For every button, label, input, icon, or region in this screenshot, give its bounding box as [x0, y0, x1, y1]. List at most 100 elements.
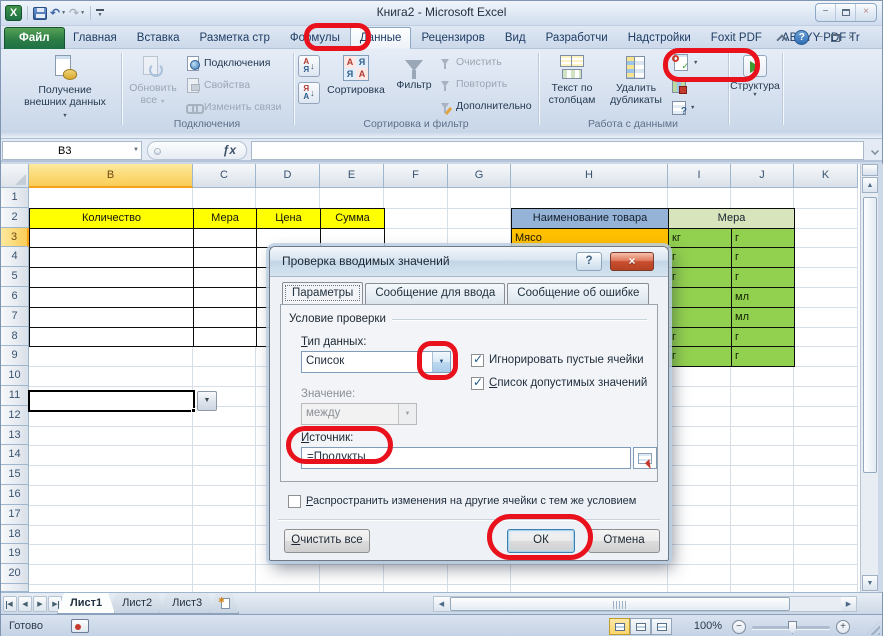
horizontal-scrollbar[interactable]: ◀ ▶ — [433, 596, 857, 612]
left-table-header-3[interactable]: Сумма — [320, 208, 385, 229]
table-cell-empty[interactable] — [29, 228, 194, 248]
collapse-ribbon-icon[interactable] — [777, 33, 786, 42]
measure-cell-1[interactable]: г — [668, 247, 732, 268]
left-table-header-0[interactable]: Количество — [29, 208, 194, 229]
left-table-header-2[interactable]: Цена — [256, 208, 321, 229]
close-window-button[interactable]: × — [856, 4, 876, 21]
page-layout-view-button[interactable] — [630, 618, 651, 635]
measure-cell-1[interactable] — [668, 287, 732, 308]
get-external-data-button[interactable]: Получение внешних данных ▼ — [21, 51, 109, 123]
filter-button[interactable]: Фильтр — [392, 51, 436, 92]
ribbon-tab-3[interactable]: Формулы — [280, 27, 350, 49]
normal-view-button[interactable] — [609, 618, 630, 635]
chevron-down-icon[interactable]: ▼ — [693, 60, 698, 66]
connections-button[interactable]: Подключения — [186, 56, 270, 70]
next-sheet-button[interactable]: ▶ — [33, 596, 47, 612]
product-name-cell[interactable]: Мясо — [511, 228, 669, 248]
resize-grip[interactable] — [866, 621, 880, 635]
column-header-G[interactable]: G — [448, 164, 511, 188]
measure-cell-1[interactable]: г — [668, 267, 732, 288]
table-cell-empty[interactable] — [29, 287, 194, 308]
ribbon-tab-5[interactable]: Рецензиров — [411, 27, 494, 49]
checkbox-checked[interactable]: ✓ — [471, 354, 484, 367]
column-header-I[interactable]: I — [668, 164, 731, 188]
row-header-5[interactable]: 5 — [1, 267, 29, 287]
reapply-filter-button[interactable]: Повторить — [438, 78, 507, 90]
column-header-B[interactable]: B — [29, 164, 193, 188]
table-cell-empty[interactable] — [29, 247, 194, 268]
measure-cell-2[interactable]: г — [731, 327, 795, 347]
formula-input[interactable] — [251, 141, 864, 160]
row-header-15[interactable]: 15 — [1, 465, 29, 485]
ribbon-tab-1[interactable]: Вставка — [127, 27, 190, 49]
table-cell-empty[interactable] — [193, 247, 257, 268]
measure-cell-2[interactable]: мл — [731, 307, 795, 328]
tab-parameters[interactable]: Параметры — [282, 282, 363, 304]
sheet-tab-0[interactable]: Лист1 — [57, 593, 115, 614]
sheet-tab-2[interactable]: Лист3 — [159, 593, 215, 614]
source-input[interactable]: =Продукты — [301, 447, 631, 469]
collapse-range-button[interactable] — [633, 447, 657, 469]
table-cell-empty[interactable] — [193, 307, 257, 328]
remove-duplicates-button[interactable]: Удалить дубликаты — [605, 51, 667, 107]
measure-cell-1[interactable]: г — [668, 346, 732, 367]
dialog-close-button[interactable]: × — [610, 252, 654, 271]
first-sheet-button[interactable]: ◀ — [3, 596, 17, 612]
data-type-dropdown-button[interactable]: ▼ — [432, 352, 450, 372]
previous-sheet-button[interactable]: ◀ — [18, 596, 32, 612]
scroll-left-button[interactable]: ◀ — [434, 597, 449, 611]
properties-button[interactable]: Свойства — [186, 78, 250, 92]
measure-cell-2[interactable]: г — [731, 228, 795, 248]
row-header-1[interactable]: 1 — [1, 188, 29, 208]
row-header-18[interactable]: 18 — [1, 525, 29, 544]
scrollbar-split-box[interactable] — [862, 164, 878, 176]
row-header-6[interactable]: 6 — [1, 287, 29, 307]
row-header-17[interactable]: 17 — [1, 505, 29, 525]
ribbon-tab-2[interactable]: Разметка стр — [190, 27, 280, 49]
close-workbook-button[interactable]: × — [848, 32, 854, 44]
insert-sheet-button[interactable]: ✱ — [209, 593, 239, 614]
restore-workbook-button[interactable] — [831, 34, 840, 42]
page-break-view-button[interactable] — [651, 618, 672, 635]
outline-button[interactable]: Структура ▼ — [729, 51, 781, 99]
row-header-16[interactable]: 16 — [1, 485, 29, 505]
zoom-slider-thumb[interactable] — [788, 621, 797, 634]
ribbon-tab-6[interactable]: Вид — [495, 27, 536, 49]
column-header-F[interactable]: F — [384, 164, 448, 188]
formula-bar-divider[interactable] — [154, 148, 161, 155]
data-validation-button[interactable]: ✓ ▼ — [672, 54, 698, 71]
checkbox-unchecked[interactable] — [288, 495, 301, 508]
row-header-10[interactable]: 10 — [1, 366, 29, 386]
clear-filter-button[interactable]: Очистить — [438, 56, 502, 68]
measure-cell-1[interactable]: г — [668, 327, 732, 347]
column-header-K[interactable]: K — [794, 164, 858, 188]
table-cell-empty[interactable] — [320, 228, 385, 248]
measure-cell-2[interactable]: г — [731, 267, 795, 288]
table-cell-empty[interactable] — [193, 228, 257, 248]
row-header-4[interactable]: 4 — [1, 247, 29, 267]
expand-formula-bar-icon[interactable] — [871, 147, 879, 153]
sheet-tab-1[interactable]: Лист2 — [109, 593, 165, 614]
insert-function-icon[interactable]: ƒx — [223, 143, 236, 157]
name-box[interactable]: B3 ▼ — [2, 141, 142, 160]
table-cell-empty[interactable] — [193, 267, 257, 288]
scroll-down-button[interactable]: ▼ — [862, 575, 878, 591]
edit-links-button[interactable]: Изменить связи — [186, 100, 281, 114]
text-to-columns-button[interactable]: Текст по столбцам — [541, 51, 603, 107]
cell-dropdown-button[interactable]: ▼ — [197, 391, 217, 411]
ribbon-tab-0[interactable]: Главная — [63, 27, 127, 49]
measure-cell-1[interactable] — [668, 307, 732, 328]
scroll-up-button[interactable]: ▲ — [862, 177, 878, 193]
column-header-E[interactable]: E — [320, 164, 384, 188]
ribbon-tab-7[interactable]: Разработчи — [536, 27, 618, 49]
sort-az-button[interactable]: АЯ ↓ — [298, 55, 320, 77]
column-header-D[interactable]: D — [256, 164, 320, 188]
scroll-right-button[interactable]: ▶ — [841, 597, 856, 611]
vertical-scroll-thumb[interactable] — [863, 197, 877, 473]
table-cell-empty[interactable] — [29, 267, 194, 288]
measure-cell-2[interactable]: г — [731, 247, 795, 268]
table-cell-empty[interactable] — [193, 327, 257, 347]
row-header-19[interactable]: 19 — [1, 544, 29, 564]
select-all-corner[interactable] — [1, 164, 29, 188]
sort-za-button[interactable]: ЯА ↓ — [298, 82, 320, 104]
